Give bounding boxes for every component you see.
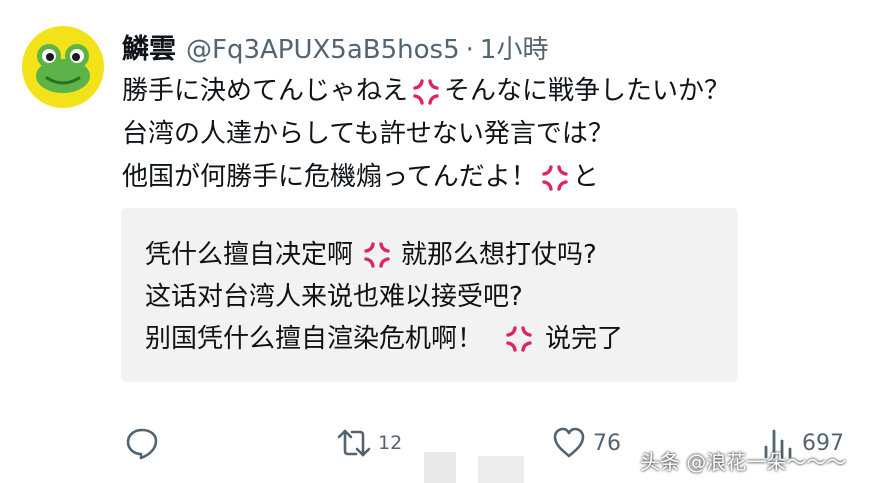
tweet-text-segment: と (572, 162, 599, 192)
avatar[interactable] (22, 26, 104, 108)
heart-icon (553, 427, 585, 458)
blurred-region (478, 456, 524, 483)
retweet-button[interactable]: 12 (336, 420, 402, 466)
like-button[interactable]: 76 (551, 420, 621, 466)
translation-line: 凭什么擅自决定啊 就那么想打仗吗? (145, 234, 623, 276)
anger-symbol-icon (364, 242, 390, 268)
separator-dot: · (465, 35, 474, 65)
translation-segment: 凭什么擅自决定啊 (145, 240, 354, 270)
tweet-text-segment: そんなに戦争したいか？ (444, 76, 731, 106)
tweet-line: 他国が何勝手に危機煽ってんだよ！ と (122, 156, 872, 199)
watermark: 头条 @浪花一朵～～～ (640, 450, 847, 474)
tweet-line: 勝手に決めてんじゃねえ そんなに戦争したいか？ (122, 70, 872, 113)
speech-bubble-icon (126, 428, 158, 460)
tweet-text-segment: 台湾の人達からしても許せない発言では？ (122, 119, 614, 149)
translation-box: 凭什么擅自决定啊 就那么想打仗吗? 这话对台湾人来说也难以接受吧? 别国凭什么擅… (121, 208, 738, 382)
translation-segment: 别国凭什么擅自渲染危机啊！ (145, 324, 484, 354)
translation-line: 这话对台湾人来说也难以接受吧? (145, 276, 623, 318)
tweet-header: 鱗雲 @Fq3APUX5aB5hos5 · 1小時 (122, 27, 549, 66)
tweet-text: 勝手に決めてんじゃねえ そんなに戦争したいか？ 台湾の人達からしても許せない発言… (122, 70, 872, 199)
anger-symbol-icon (506, 326, 532, 352)
translation-segment: 就那么想打仗吗? (401, 240, 597, 270)
reply-button[interactable] (124, 420, 160, 466)
timestamp[interactable]: 1小時 (480, 29, 549, 66)
anger-symbol-icon (413, 78, 439, 105)
anger-symbol-icon (542, 164, 568, 191)
display-name[interactable]: 鱗雲 (122, 27, 176, 66)
translation-segment: 这话对台湾人来说也难以接受吧? (145, 282, 523, 312)
translation-line: 别国凭什么擅自渲染危机啊！ 说完了 (145, 318, 623, 360)
retweet-count: 12 (378, 432, 403, 454)
frog-avatar-image (36, 44, 90, 93)
tweet-text-segment: 勝手に決めてんじゃねえ (122, 76, 409, 106)
user-handle[interactable]: @Fq3APUX5aB5hos5 (186, 35, 460, 65)
like-count: 76 (593, 430, 621, 456)
translation-text: 凭什么擅自决定啊 就那么想打仗吗? 这话对台湾人来说也难以接受吧? 别国凭什么擅… (145, 234, 623, 360)
retweet-arrows-icon (337, 429, 371, 457)
blurred-region (424, 452, 456, 483)
tweet-text-segment: 他国が何勝手に危機煽ってんだよ！ (122, 162, 537, 192)
tweet-line: 台湾の人達からしても許せない発言では？ (122, 113, 872, 156)
translation-segment: 说完了 (545, 324, 624, 354)
